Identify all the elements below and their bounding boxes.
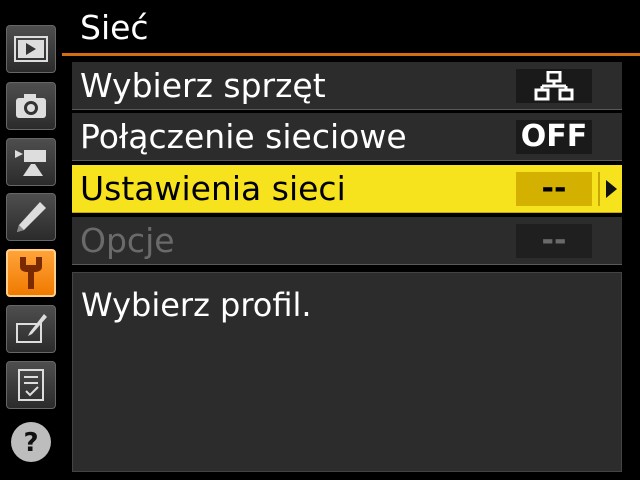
submenu-arrow[interactable] bbox=[598, 172, 622, 206]
tab-retouch[interactable] bbox=[6, 305, 56, 353]
menu-item-label: Opcje bbox=[80, 221, 175, 260]
menu-item-value: -- bbox=[516, 224, 592, 258]
network-icon bbox=[534, 70, 574, 101]
menu-item-label: Ustawienia sieci bbox=[80, 169, 346, 208]
menu-item-options: Opcje -- bbox=[72, 217, 622, 265]
menu-item-network-connection[interactable]: Połączenie sieciowe OFF bbox=[72, 113, 622, 161]
menu-item-value: OFF bbox=[516, 120, 592, 154]
my-menu-icon bbox=[18, 369, 44, 401]
tab-movie-shooting[interactable] bbox=[6, 138, 56, 186]
tab-photo-shooting[interactable] bbox=[6, 82, 56, 130]
menu-item-label: Połączenie sieciowe bbox=[80, 117, 407, 156]
menu-item-label: Wybierz sprzęt bbox=[80, 66, 326, 105]
chevron-right-icon bbox=[606, 180, 617, 198]
movie-camera-icon bbox=[15, 150, 46, 176]
tab-my-menu[interactable] bbox=[6, 361, 56, 409]
menu-item-network-settings[interactable]: Ustawienia sieci -- bbox=[72, 165, 622, 213]
menu-item-value bbox=[516, 69, 592, 103]
tab-setup[interactable] bbox=[6, 249, 56, 297]
menu-item-value: -- bbox=[516, 172, 592, 206]
menu-item-choose-hardware[interactable]: Wybierz sprzęt bbox=[72, 62, 622, 110]
help-button[interactable]: ? bbox=[6, 418, 56, 466]
playback-icon bbox=[14, 36, 48, 62]
tab-custom-settings[interactable] bbox=[6, 193, 56, 241]
camera-icon bbox=[16, 94, 46, 118]
sidebar: ? bbox=[0, 0, 62, 480]
help-panel: Wybierz profil. bbox=[72, 272, 622, 472]
help-icon: ? bbox=[11, 422, 51, 462]
tab-playback[interactable] bbox=[6, 25, 56, 73]
title-divider bbox=[62, 53, 640, 56]
svg-text:?: ? bbox=[23, 428, 38, 458]
retouch-icon bbox=[16, 314, 47, 343]
help-text: Wybierz profil. bbox=[81, 286, 312, 324]
wrench-icon bbox=[20, 257, 42, 289]
pencil-icon bbox=[17, 202, 46, 232]
page-title: Sieć bbox=[80, 8, 149, 47]
